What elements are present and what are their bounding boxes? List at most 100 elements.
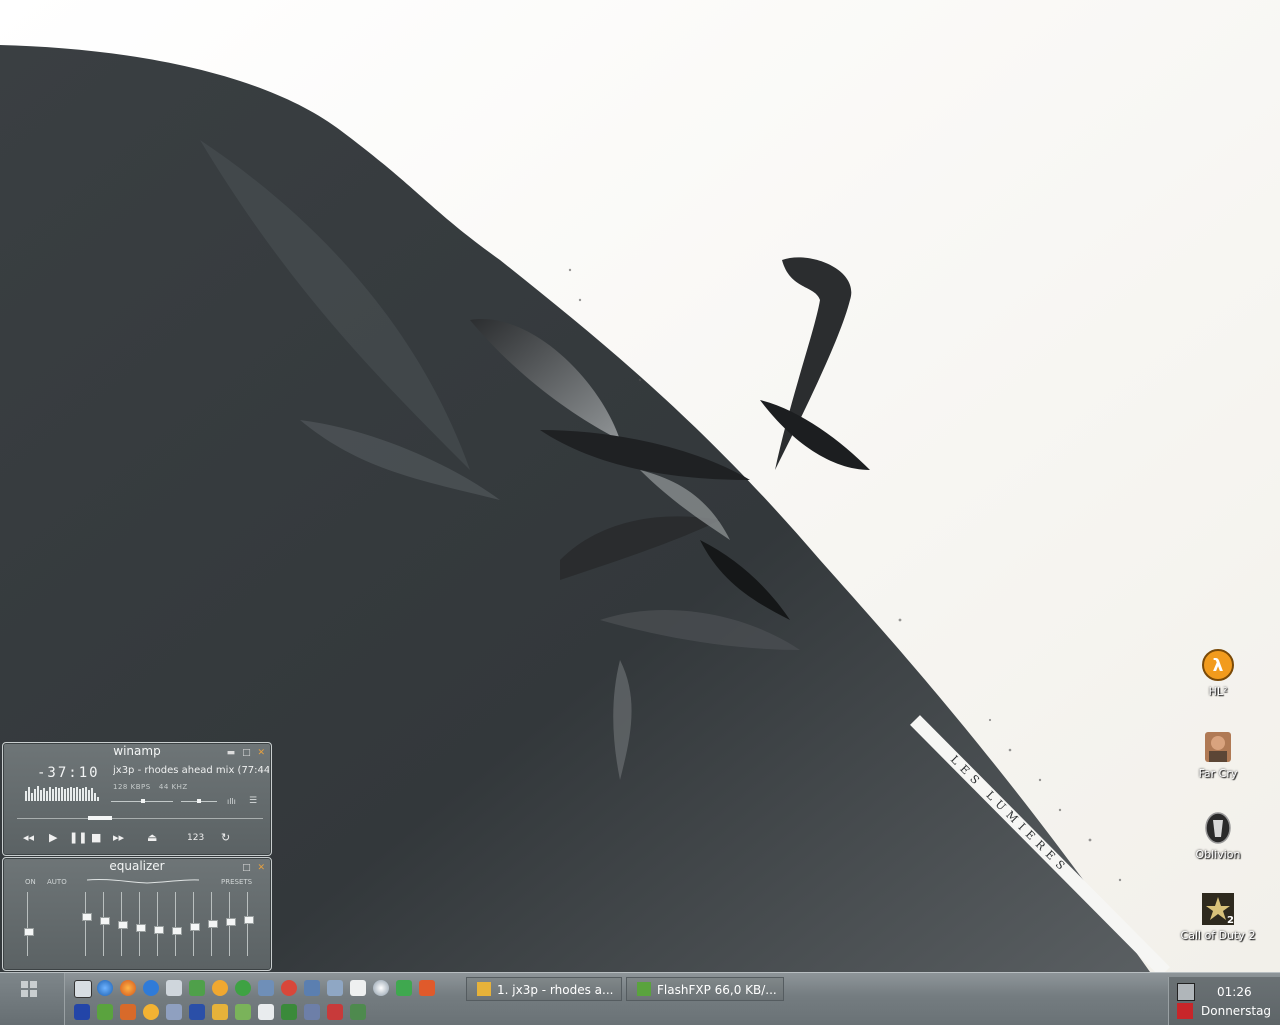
headphones-icon[interactable] xyxy=(304,1004,320,1020)
eq-slider-knob[interactable] xyxy=(82,913,92,921)
taskbar-button-flashfxp[interactable]: FlashFXP 66,0 KB/... xyxy=(626,977,784,1001)
eq-slider-knob[interactable] xyxy=(136,924,146,932)
desktop-icon-oblivion[interactable]: Oblivion xyxy=(1173,811,1263,861)
volume-slider[interactable] xyxy=(111,799,173,803)
eq-slider-knob[interactable] xyxy=(172,927,182,935)
desktop-icon-far-cry[interactable]: Far Cry xyxy=(1173,730,1263,780)
seek-knob[interactable] xyxy=(88,816,112,820)
shade-icon[interactable]: □ xyxy=(242,748,253,758)
balance-slider[interactable] xyxy=(181,799,217,803)
close-icon[interactable]: ✕ xyxy=(257,748,267,758)
oblivion-icon xyxy=(1201,811,1235,845)
next-button[interactable]: ▸▸ xyxy=(113,831,124,844)
eq-slider-knob[interactable] xyxy=(208,920,218,928)
pro-tool-icon[interactable] xyxy=(281,1004,297,1020)
minimize-icon[interactable]: ▬ xyxy=(227,748,238,758)
spectrum-visualizer[interactable] xyxy=(25,785,103,801)
mail-icon[interactable] xyxy=(166,980,182,996)
stop-button[interactable]: ■ xyxy=(91,831,101,844)
eq-band-slider[interactable] xyxy=(243,892,254,956)
eq-slider-track xyxy=(175,892,176,956)
cd-icon[interactable] xyxy=(373,980,389,996)
kaspersky-icon[interactable] xyxy=(1177,1003,1193,1019)
network-icon[interactable] xyxy=(189,1004,205,1020)
volume-knob[interactable] xyxy=(141,799,145,803)
document-icon[interactable] xyxy=(304,980,320,996)
winamp-main-window[interactable]: winamp ▬ □ ✕ -37:10 jx3p - rhodes ahead … xyxy=(2,742,272,856)
globe-icon[interactable] xyxy=(97,980,113,996)
playlist-toggle-icon[interactable]: ☰ xyxy=(249,796,257,806)
seek-bar[interactable] xyxy=(17,816,263,820)
eq-band-slider[interactable] xyxy=(99,892,110,956)
eq-band-slider[interactable] xyxy=(117,892,128,956)
eq-band-slider[interactable] xyxy=(189,892,200,956)
tools-icon[interactable] xyxy=(120,1004,136,1020)
flashfxp-icon[interactable] xyxy=(212,1004,228,1020)
winamp-song-title[interactable]: jx3p - rhodes ahead mix (77:44) xyxy=(113,765,269,776)
save-icon[interactable] xyxy=(74,1004,90,1020)
notepad-icon[interactable] xyxy=(258,980,274,996)
previous-button[interactable]: ◂◂ xyxy=(23,831,34,844)
close-icon[interactable]: ✕ xyxy=(257,863,267,873)
game-icon[interactable] xyxy=(419,980,435,996)
eq-slider-knob[interactable] xyxy=(226,918,236,926)
camera-icon[interactable] xyxy=(327,980,343,996)
start-button[interactable] xyxy=(0,973,65,1025)
gun-icon[interactable] xyxy=(258,1004,274,1020)
eq-slider-knob[interactable] xyxy=(154,926,164,934)
eq-slider-knob[interactable] xyxy=(118,921,128,929)
clock[interactable]: 01:26 xyxy=(1217,985,1252,999)
eq-auto-button[interactable]: AUTO xyxy=(47,878,67,886)
eq-slider-knob[interactable] xyxy=(100,917,110,925)
search-icon[interactable] xyxy=(143,1004,159,1020)
firefox-icon[interactable] xyxy=(120,980,136,996)
internet-explorer-icon[interactable] xyxy=(143,980,159,996)
desktop-icon-call-of-duty-2[interactable]: 2 Call of Duty 2 xyxy=(1173,892,1263,942)
desktop-icon-hl2[interactable]: λ HL² xyxy=(1173,648,1263,698)
eq-slider-knob[interactable] xyxy=(24,928,34,936)
winamp-time[interactable]: -37:10 xyxy=(37,765,100,781)
music-icon[interactable] xyxy=(166,1004,182,1020)
eq-presets-button[interactable]: PRESETS xyxy=(221,878,252,886)
pause-button[interactable]: ❚❚ xyxy=(69,831,87,844)
clover-icon[interactable] xyxy=(396,980,412,996)
desktop-icon-label: HL² xyxy=(1208,685,1228,698)
winrar-icon[interactable] xyxy=(97,1004,113,1020)
shade-icon[interactable]: □ xyxy=(242,863,253,873)
winamp-titlebar[interactable]: winamp ▬ □ ✕ xyxy=(3,743,271,759)
media-player-icon[interactable] xyxy=(212,980,228,996)
eq-band-slider[interactable] xyxy=(171,892,182,956)
toolbox-icon[interactable] xyxy=(327,1004,343,1020)
tray-app-icon[interactable] xyxy=(1177,983,1195,1001)
eq-band-slider[interactable] xyxy=(153,892,164,956)
checklist-icon[interactable] xyxy=(350,980,366,996)
eq-band-slider[interactable] xyxy=(225,892,236,956)
eq-slider-knob[interactable] xyxy=(190,923,200,931)
eq-on-button[interactable]: ON xyxy=(25,878,36,886)
tomato-icon[interactable] xyxy=(281,980,297,996)
windows-flag-icon[interactable] xyxy=(235,1004,251,1020)
flashfxp-icon xyxy=(637,982,651,996)
taskbar-button-winamp[interactable]: 1. jx3p - rhodes a... xyxy=(466,977,622,1001)
info-icon[interactable] xyxy=(235,980,251,996)
show-desktop-icon[interactable] xyxy=(74,980,92,998)
eq-slider-knob[interactable] xyxy=(244,916,254,924)
track-number[interactable]: 123 xyxy=(187,833,204,843)
repeat-icon[interactable]: ↻ xyxy=(221,831,230,844)
eq-band-slider[interactable] xyxy=(207,892,218,956)
desktop-icon-label: Call of Duty 2 xyxy=(1180,929,1256,942)
eq-band-slider[interactable] xyxy=(135,892,146,956)
balance-knob[interactable] xyxy=(197,799,201,803)
equalizer-titlebar[interactable]: equalizer □ ✕ xyxy=(3,858,271,874)
eq-curve-preview xyxy=(87,878,199,884)
utility-icon[interactable] xyxy=(350,1004,366,1020)
equalizer-title: equalizer xyxy=(109,859,165,873)
messenger-icon[interactable] xyxy=(189,980,205,996)
play-button[interactable]: ▶ xyxy=(49,831,57,844)
eq-band-slider[interactable] xyxy=(81,892,92,956)
eject-button[interactable]: ⏏ xyxy=(147,831,157,844)
desktop: LES LUMIERES λ HL² Far Cry Oblivion 2 Ca xyxy=(0,0,1280,972)
eq-toggle-icon[interactable]: ıllı xyxy=(227,797,236,806)
eq-preamp-slider[interactable] xyxy=(23,892,34,956)
winamp-equalizer-window[interactable]: equalizer □ ✕ ON AUTO PRESETS xyxy=(2,857,272,971)
